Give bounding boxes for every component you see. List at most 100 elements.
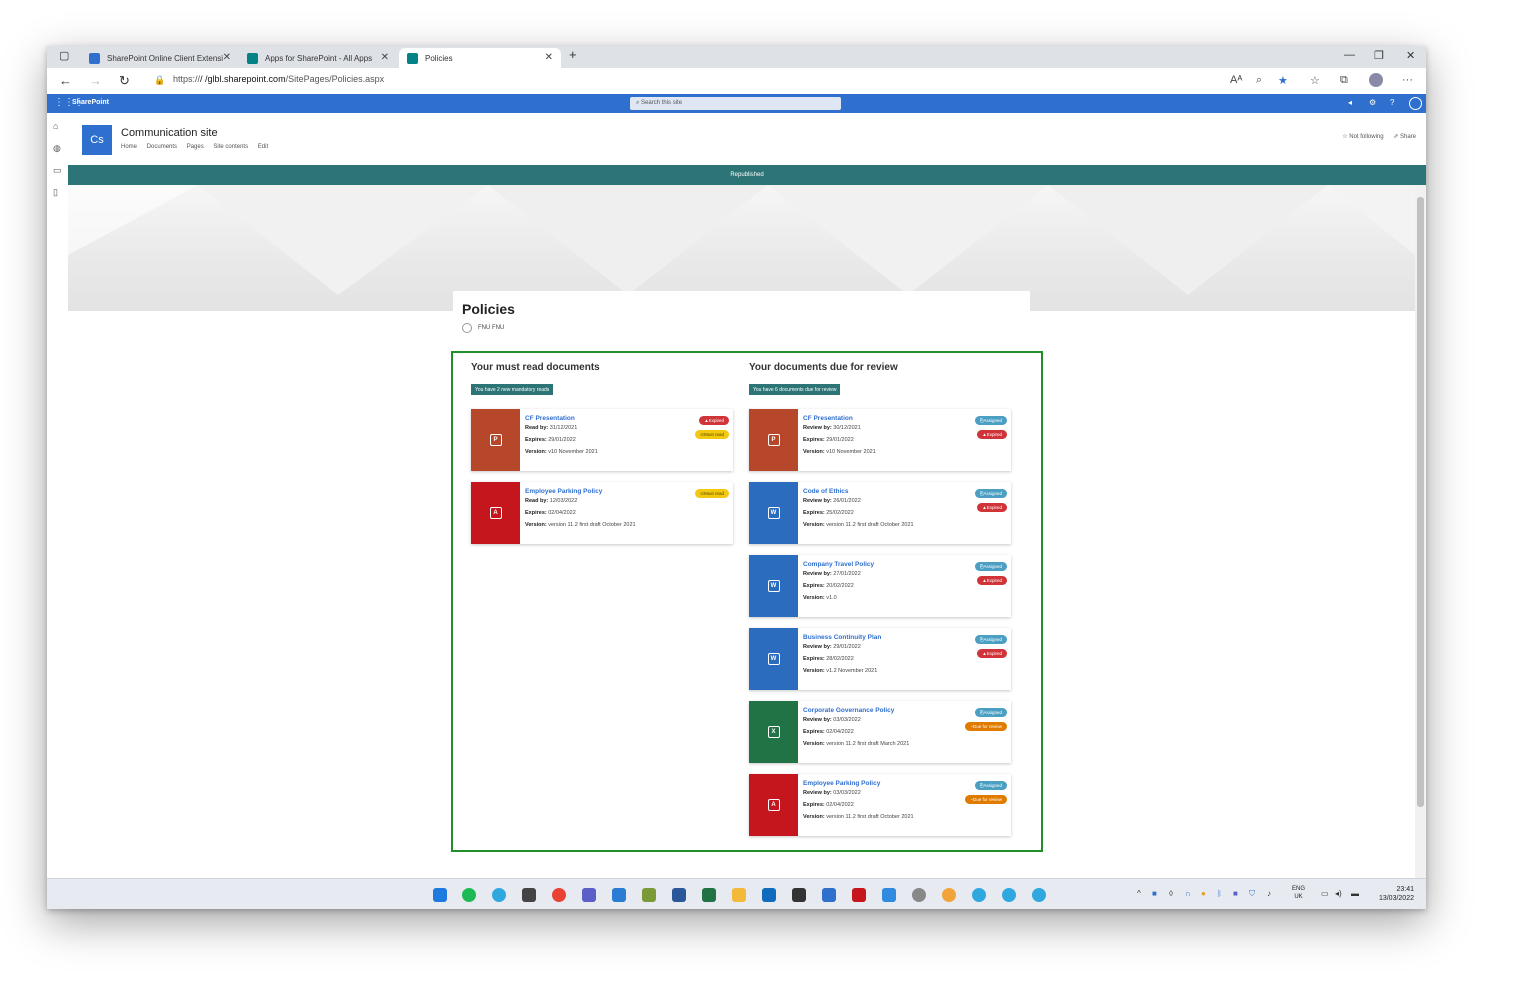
assigned-badge: ⎘ Assigned	[974, 489, 1007, 498]
document-title[interactable]: Code of Ethics	[803, 488, 849, 495]
back-icon[interactable]: ←	[59, 73, 72, 88]
site-search-input[interactable]: ⌕ Search this site	[630, 97, 841, 110]
review-card[interactable]: W Code of Ethics Review by: 26/01/2022 E…	[749, 482, 1011, 544]
review-card[interactable]: A Employee Parking Policy Review by: 03/…	[749, 774, 1011, 836]
microphone-icon[interactable]: ♪	[1267, 889, 1271, 898]
tray-app-icon[interactable]: ■	[1152, 889, 1157, 898]
tab-policies[interactable]: Policies ✕	[399, 48, 561, 68]
tray-headset-icon[interactable]: ∩	[1185, 889, 1191, 898]
notifications-icon[interactable]: ◂	[1348, 98, 1352, 107]
start-icon[interactable]	[433, 888, 447, 902]
close-tab-icon[interactable]: ✕	[545, 52, 553, 63]
account-icon[interactable]	[1409, 97, 1422, 110]
document-title[interactable]: Employee Parking Policy	[803, 780, 880, 787]
spotify-icon[interactable]	[462, 888, 476, 902]
home-icon[interactable]: ⌂	[53, 121, 58, 131]
chrome-icon[interactable]	[552, 888, 566, 902]
site-title[interactable]: Communication site	[121, 127, 218, 139]
phone-link-icon[interactable]	[822, 888, 836, 902]
todo-icon[interactable]	[882, 888, 896, 902]
must-read-card[interactable]: P CF Presentation Read by: 31/12/2021 Ex…	[471, 409, 733, 471]
review-card[interactable]: W Business Continuity Plan Review by: 29…	[749, 628, 1011, 690]
document-title[interactable]: CF Presentation	[525, 415, 575, 422]
nav-pages[interactable]: Pages	[187, 144, 204, 150]
language-indicator[interactable]: ENG UK	[1292, 885, 1305, 901]
tray-drop-icon[interactable]: ◊	[1169, 889, 1173, 898]
tray-chevron-icon[interactable]: ^	[1137, 889, 1141, 898]
document-title[interactable]: Corporate Governance Policy	[803, 707, 894, 714]
favorite-star-icon[interactable]: ★	[1278, 74, 1288, 87]
profile-avatar[interactable]	[1369, 73, 1383, 87]
close-tab-icon[interactable]: ✕	[381, 52, 389, 63]
excel-icon[interactable]	[702, 888, 716, 902]
news-icon[interactable]: ▭	[53, 165, 62, 176]
outlook-icon[interactable]	[762, 888, 776, 902]
site-logo[interactable]: Cs	[82, 125, 112, 155]
sharepoint-brand[interactable]: SharePoint	[72, 99, 109, 106]
author-name[interactable]: FNU FNU	[478, 325, 504, 331]
vscode-icon[interactable]	[612, 888, 626, 902]
file-explorer-icon[interactable]	[732, 888, 746, 902]
zoom-icon[interactable]: ⌕	[1256, 74, 1262, 87]
read-aloud-icon[interactable]: Aᴬ	[1230, 74, 1242, 86]
tips-icon[interactable]	[942, 888, 956, 902]
share-button[interactable]: ⇗ Share	[1393, 134, 1416, 140]
files-icon[interactable]: ▯	[53, 187, 58, 198]
tab-actions-icon[interactable]: ▢	[59, 49, 69, 62]
document-title[interactable]: Employee Parking Policy	[525, 488, 602, 495]
review-card[interactable]: P CF Presentation Review by: 30/12/2021 …	[749, 409, 1011, 471]
bluetooth-icon[interactable]: ᛒ	[1217, 889, 1222, 898]
review-card[interactable]: W Company Travel Policy Review by: 27/01…	[749, 555, 1011, 617]
settings-app-icon[interactable]	[912, 888, 926, 902]
paint-icon[interactable]	[642, 888, 656, 902]
new-tab-button[interactable]: +	[569, 47, 577, 62]
document-title[interactable]: CF Presentation	[803, 415, 853, 422]
volume-icon[interactable]: ◂)	[1335, 889, 1342, 898]
more-icon[interactable]: ···	[1402, 74, 1413, 86]
sharepoint-favicon-icon	[89, 53, 100, 64]
minimize-icon[interactable]: —	[1344, 49, 1355, 61]
favorites-icon[interactable]: ☆	[1310, 74, 1320, 87]
edge-icon[interactable]	[972, 888, 986, 902]
address-bar: ← → ↻ 🔒 https:/// /glbl.sharepoint.com/S…	[47, 68, 1426, 95]
page-scrollbar[interactable]	[1415, 185, 1426, 878]
teams-icon[interactable]	[582, 888, 596, 902]
tray-chrome-icon[interactable]: ●	[1201, 889, 1206, 898]
nav-edit[interactable]: Edit	[258, 144, 268, 150]
app-icon[interactable]	[522, 888, 536, 902]
tray-teams-icon[interactable]: ■	[1233, 889, 1238, 898]
collections-icon[interactable]: ⧉	[1340, 74, 1348, 87]
due-for-review-badge: ◔ Due for review	[965, 795, 1007, 804]
pdf-reader-icon[interactable]	[852, 888, 866, 902]
display-icon[interactable]: ▭	[1321, 889, 1329, 898]
url-field[interactable]: https:/// /glbl.sharepoint.com/SitePages…	[173, 74, 384, 84]
terminal-icon[interactable]	[792, 888, 806, 902]
refresh-icon[interactable]: ↻	[119, 73, 130, 89]
forward-icon[interactable]: →	[89, 73, 102, 88]
battery-icon[interactable]: ▬	[1351, 889, 1359, 898]
word-icon[interactable]	[672, 888, 686, 902]
document-title[interactable]: Company Travel Policy	[803, 561, 874, 568]
settings-icon[interactable]: ⚙	[1369, 98, 1376, 107]
close-tab-icon[interactable]: ✕	[223, 52, 231, 63]
edge-icon[interactable]	[1032, 888, 1046, 902]
nav-site-contents[interactable]: Site contents	[213, 144, 248, 150]
help-icon[interactable]: ?	[1390, 98, 1394, 107]
review-card[interactable]: X Corporate Governance Policy Review by:…	[749, 701, 1011, 763]
document-title[interactable]: Business Continuity Plan	[803, 634, 881, 641]
restore-icon[interactable]: ❐	[1374, 49, 1384, 62]
nav-home[interactable]: Home	[121, 144, 137, 150]
shield-icon[interactable]: ⛉	[1249, 889, 1255, 899]
follow-button[interactable]: ☆ Not following	[1342, 134, 1383, 140]
system-clock[interactable]: 23:41 13/03/2022	[1379, 885, 1414, 903]
edge-icon[interactable]	[492, 888, 506, 902]
globe-icon[interactable]: ◍	[53, 143, 61, 154]
lock-icon[interactable]: 🔒	[154, 75, 165, 86]
nav-documents[interactable]: Documents	[147, 144, 177, 150]
edge-icon[interactable]	[1002, 888, 1016, 902]
must-read-card[interactable]: A Employee Parking Policy Read by: 12/03…	[471, 482, 733, 544]
close-window-icon[interactable]: ✕	[1406, 49, 1415, 62]
tab-sharepoint-extension[interactable]: SharePoint Online Client Extensi ✕	[81, 48, 239, 68]
scrollbar-thumb[interactable]	[1417, 197, 1424, 807]
tab-apps-for-sharepoint[interactable]: Apps for SharePoint - All Apps ✕	[239, 48, 397, 68]
